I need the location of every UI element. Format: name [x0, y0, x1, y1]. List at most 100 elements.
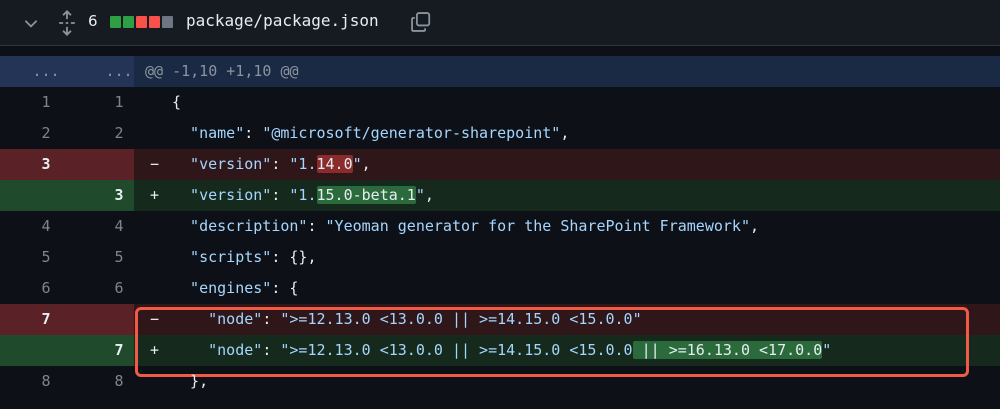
diff-sign: [150, 87, 164, 118]
diff-sign: +: [150, 341, 160, 359]
old-line-number[interactable]: 7: [15, 304, 77, 335]
code-token: "engines": [172, 279, 272, 297]
old-line-number[interactable]: 1: [15, 87, 77, 118]
diff-sign: +: [150, 186, 160, 204]
code-text: "engines": {: [172, 273, 298, 304]
code-token: ": [822, 341, 832, 359]
code-token: "scripts": [172, 248, 272, 266]
old-line-number[interactable]: 3: [15, 149, 77, 180]
context-line: 66 "engines": {: [0, 273, 1000, 304]
code-token: 14.0: [316, 155, 353, 173]
file-header: 6 package/package.json: [0, 0, 1000, 46]
code-text: },: [172, 366, 208, 397]
changes-count: 6: [88, 12, 98, 30]
old-line-number[interactable]: 4: [15, 211, 77, 242]
code-text: "version": "1.15.0-beta.1",: [172, 180, 434, 211]
context-line: 88 },: [0, 366, 1000, 397]
diff-stat-block: [110, 16, 121, 28]
copy-icon[interactable]: [410, 11, 432, 33]
code-token: ": [352, 155, 362, 173]
code-token: :: [271, 186, 290, 204]
new-line-number[interactable]: [88, 149, 150, 180]
expand-down-button[interactable]: ...: [88, 56, 150, 87]
new-line-number[interactable]: 3: [88, 180, 150, 211]
new-line-number[interactable]: 5: [88, 242, 150, 273]
code-text: "description": "Yeoman generator for the…: [172, 211, 759, 242]
code-token: ">=12.13.0 <13.0.0 || >=14.15.0 <15.0.0: [280, 341, 633, 359]
file-name[interactable]: package/package.json: [186, 11, 379, 30]
expand-icon[interactable]: [56, 10, 78, 36]
code-text: "node": ">=12.13.0 <13.0.0 || >=14.15.0 …: [172, 304, 642, 335]
code-token: ,: [560, 124, 570, 142]
new-line-number[interactable]: 1: [88, 87, 150, 118]
diff-stat-block: [136, 16, 147, 28]
code-token: : {},: [271, 248, 317, 266]
new-line-number[interactable]: [88, 304, 150, 335]
code-text: "version": "1.14.0",: [172, 149, 371, 180]
added-line: 7 + "node": ">=12.13.0 <13.0.0 || >=14.15…: [0, 335, 1000, 366]
code-token: 15.0-beta.1: [316, 186, 416, 204]
code-token: : {: [271, 279, 299, 297]
code-token: "version": [172, 186, 272, 204]
code-token: || >=16.13.0 <17.0.0: [632, 341, 823, 359]
diff-sign: [150, 242, 164, 273]
code-token: "description": [172, 217, 308, 235]
diff-stat-block: [123, 16, 134, 28]
code-token: ": [415, 186, 425, 204]
deleted-line: 3 − "version": "1.14.0",: [0, 149, 1000, 180]
diff-table: ... ... @@ -1,10 +1,10 @@ 1 1{2 2 "name": …: [0, 56, 1000, 397]
new-line-number[interactable]: 7: [88, 335, 150, 366]
old-line-number[interactable]: 6: [15, 273, 77, 304]
diff-stat-block: [149, 16, 160, 28]
code-token: :: [262, 310, 281, 328]
code-token: "1.: [289, 155, 317, 173]
context-line: 44 "description": "Yeoman generator for …: [0, 211, 1000, 242]
code-token: "node": [172, 341, 263, 359]
diff-stat-block: [162, 16, 173, 28]
hunk-text: @@ -1,10 +1,10 @@: [145, 62, 299, 80]
hunk-header: ... ... @@ -1,10 +1,10 @@: [0, 56, 1000, 87]
chevron-down-icon[interactable]: [22, 14, 40, 32]
code-token: "Yeoman generator for the SharePoint Fra…: [325, 217, 750, 235]
code-token: "version": [172, 155, 272, 173]
new-line-number[interactable]: 8: [88, 366, 150, 397]
new-line-number[interactable]: 6: [88, 273, 150, 304]
added-line: 3 + "version": "1.15.0-beta.1",: [0, 180, 1000, 211]
code-text: "node": ">=12.13.0 <13.0.0 || >=14.15.0 …: [172, 335, 831, 366]
old-line-number[interactable]: 5: [15, 242, 77, 273]
code-token: "@microsoft/generator-sharepoint": [262, 124, 561, 142]
expand-up-button[interactable]: ...: [15, 56, 77, 87]
code-text: {: [172, 87, 181, 118]
code-token: ,: [361, 155, 371, 173]
code-token: "node": [172, 310, 263, 328]
code-token: "name": [172, 124, 245, 142]
context-line: 55 "scripts": {},: [0, 242, 1000, 273]
context-line: 22 "name": "@microsoft/generator-sharepo…: [0, 118, 1000, 149]
old-line-number[interactable]: 2: [15, 118, 77, 149]
diff-sign: [150, 273, 164, 304]
context-line: 1 1 {: [0, 87, 1000, 118]
code-token: ,: [424, 186, 434, 204]
diff-sign: [150, 211, 164, 242]
new-line-number[interactable]: 2: [88, 118, 150, 149]
code-token: :: [244, 124, 263, 142]
new-line-number[interactable]: 4: [88, 211, 150, 242]
old-line-number[interactable]: [15, 180, 77, 211]
diff-sign: [150, 366, 164, 397]
code-text: "name": "@microsoft/generator-sharepoint…: [172, 118, 569, 149]
code-token: :: [307, 217, 326, 235]
code-token: ,: [749, 217, 760, 235]
diff-sign: −: [150, 310, 160, 328]
old-line-number[interactable]: [15, 335, 77, 366]
diff-sign: −: [150, 155, 160, 173]
code-token: },: [172, 372, 209, 390]
code-token: :: [262, 341, 281, 359]
diff-stat-blocks: [110, 16, 173, 28]
diff-sign: [150, 118, 164, 149]
code-text: "scripts": {},: [172, 242, 317, 273]
old-line-number[interactable]: 8: [15, 366, 77, 397]
deleted-line: 7 − "node": ">=12.13.0 <13.0.0 || >=14.15…: [0, 304, 1000, 335]
code-token: "1.: [289, 186, 317, 204]
code-token: ">=12.13.0 <13.0.0 || >=14.15.0 <15.0.0": [280, 310, 642, 328]
code-token: {: [172, 93, 182, 111]
